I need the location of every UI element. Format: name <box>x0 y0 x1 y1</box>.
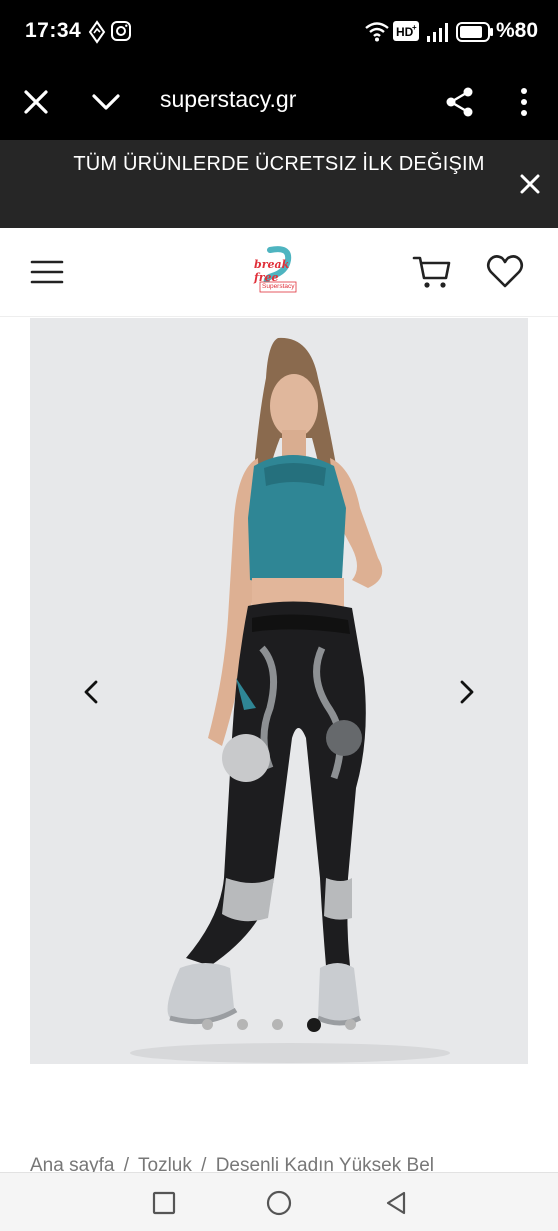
browser-toolbar: superstacy.gr <box>0 64 558 140</box>
status-bar: 17:34 HD + %80 <box>0 0 558 64</box>
heart-icon[interactable] <box>486 254 524 295</box>
carousel-dot[interactable] <box>237 1019 248 1031</box>
recent-apps-icon[interactable] <box>150 1189 178 1217</box>
navigation-icon <box>88 20 106 49</box>
svg-text:+: + <box>412 23 417 32</box>
battery-icon <box>456 22 494 47</box>
back-icon[interactable] <box>382 1189 410 1217</box>
carousel-dots <box>30 1016 528 1032</box>
logo-text-bottom: Superstacy <box>262 283 295 290</box>
hd-icon: HD + <box>393 21 419 46</box>
wifi-icon <box>364 20 390 47</box>
logo-text-top: break free <box>254 258 290 284</box>
url-text[interactable]: superstacy.gr <box>160 86 296 113</box>
logo[interactable]: break free Superstacy <box>250 246 306 298</box>
carousel-dot[interactable] <box>307 1017 321 1032</box>
close-icon[interactable] <box>18 84 54 120</box>
announcement-bar: TÜM ÜRÜNLERDE ÜCRETSIZ İLK DEĞIŞIM <box>0 140 558 228</box>
signal-icon <box>426 22 450 47</box>
announcement-text: TÜM ÜRÜNLERDE ÜCRETSIZ İLK DEĞIŞIM <box>73 153 485 175</box>
carousel-dot[interactable] <box>345 1019 356 1031</box>
more-vertical-icon[interactable] <box>506 84 542 120</box>
menu-icon[interactable] <box>30 258 64 291</box>
instagram-icon <box>110 20 132 47</box>
close-icon[interactable] <box>516 170 544 198</box>
battery-percent: %80 <box>495 19 538 42</box>
chevron-down-icon[interactable] <box>88 84 124 120</box>
carousel-dot[interactable] <box>202 1019 213 1031</box>
site-header: break free Superstacy <box>0 228 558 317</box>
status-time: 17:34 <box>25 19 82 42</box>
cart-icon[interactable] <box>412 252 452 297</box>
carousel-dot[interactable] <box>272 1019 283 1031</box>
share-icon[interactable] <box>442 84 478 120</box>
product-gallery[interactable] <box>30 318 528 1064</box>
previous-arrow-icon[interactable] <box>78 678 106 706</box>
next-arrow-icon[interactable] <box>452 678 480 706</box>
home-icon[interactable] <box>265 1189 293 1217</box>
system-navigation-bar <box>0 1172 558 1231</box>
